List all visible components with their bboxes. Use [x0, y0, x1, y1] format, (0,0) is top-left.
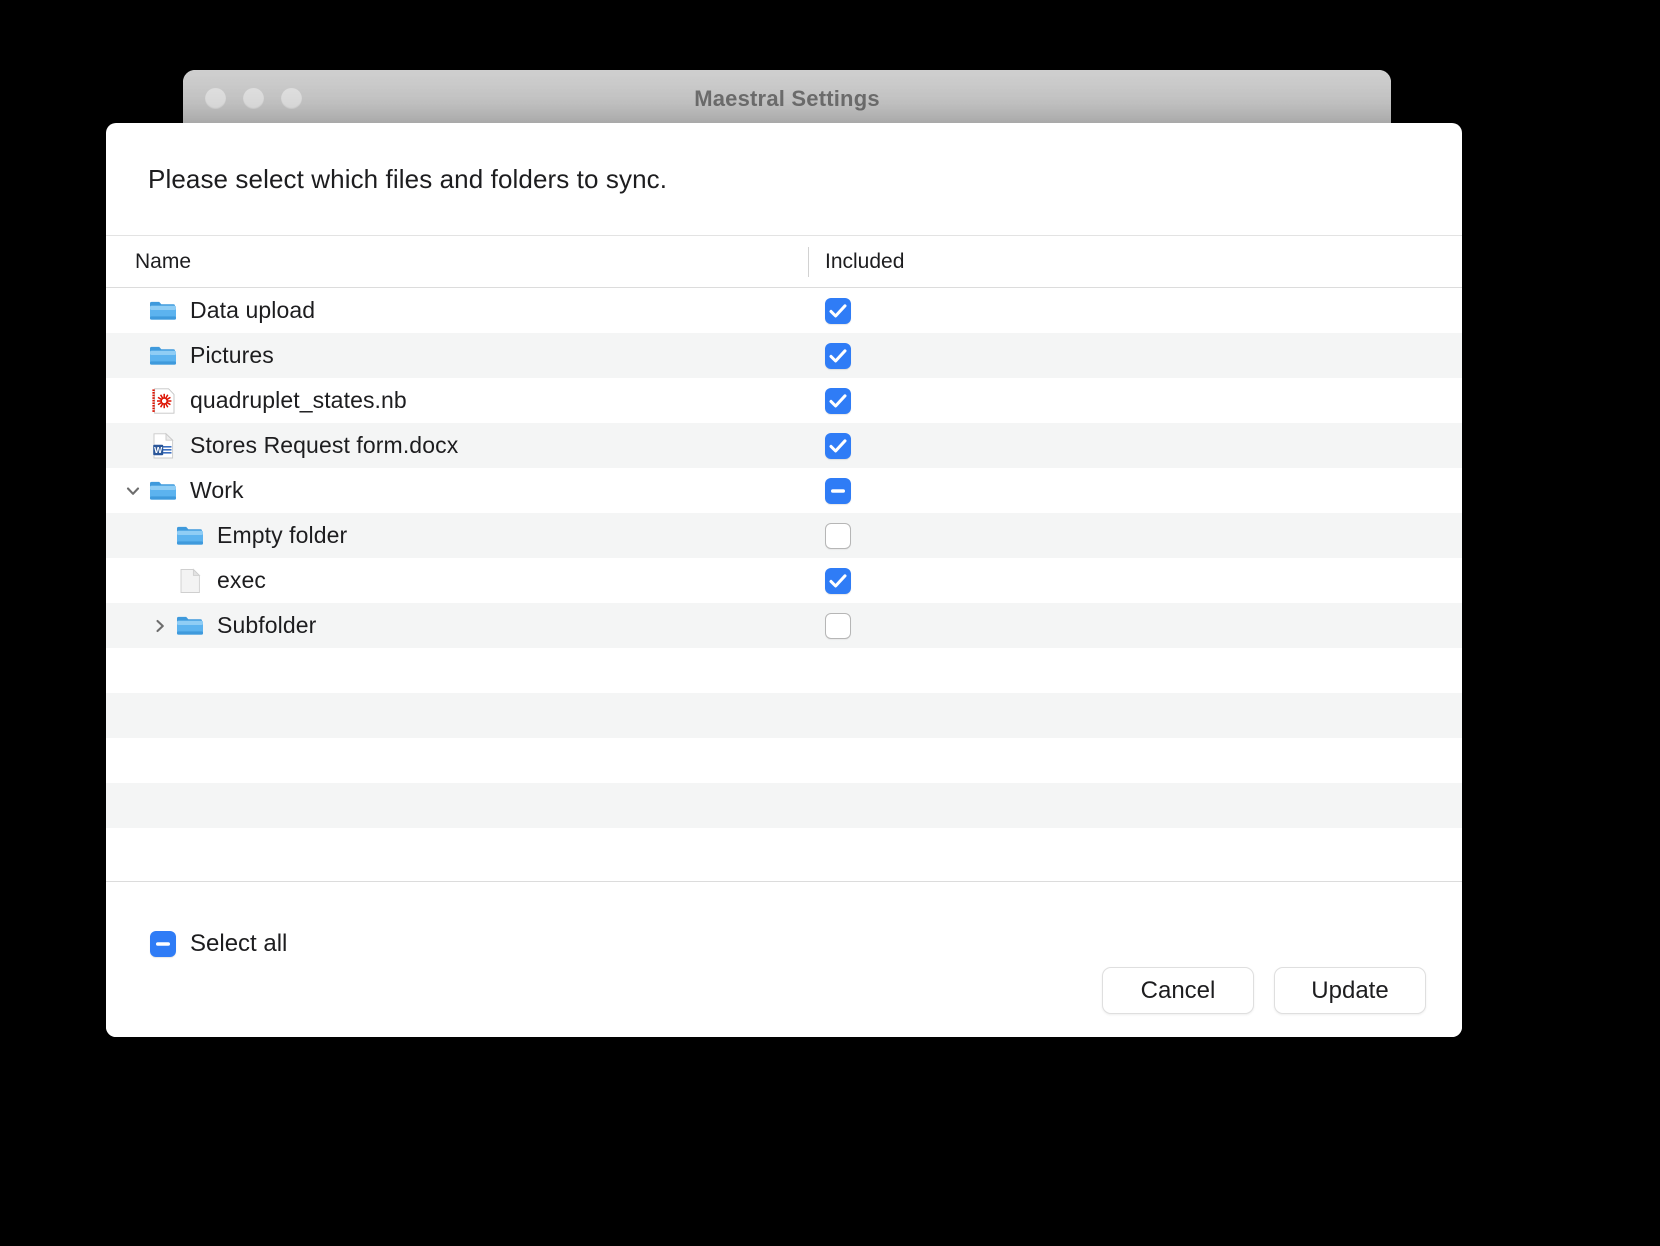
row-include-checkbox[interactable] — [825, 612, 851, 639]
row-name-cell: Pictures — [106, 341, 808, 371]
row-label: quadruplet_states.nb — [190, 387, 407, 413]
row-included-cell — [808, 477, 868, 504]
word-document-icon: W — [148, 431, 178, 461]
row-name-cell: Data upload — [106, 296, 808, 326]
row-name-cell: quadruplet_states.nb — [106, 386, 808, 416]
row-include-checkbox[interactable] — [825, 432, 851, 459]
dialog-header: Please select which files and folders to… — [106, 123, 1462, 236]
select-all-checkbox[interactable] — [150, 931, 176, 957]
row-included-cell — [808, 432, 868, 459]
cancel-button[interactable]: Cancel — [1102, 967, 1254, 1014]
mathematica-notebook-icon — [148, 386, 178, 416]
row-name-cell: Subfolder — [106, 611, 808, 641]
select-all-label: Select all — [190, 930, 288, 957]
row-label: exec — [217, 567, 266, 593]
chevron-right-icon[interactable] — [147, 613, 173, 639]
row-name-cell: exec — [106, 566, 808, 596]
select-all-control[interactable]: Select all — [150, 930, 287, 958]
window-title: Maestral Settings — [694, 86, 880, 111]
table-empty-row — [106, 828, 1462, 873]
folder-selection-dialog: Please select which files and folders to… — [106, 123, 1462, 1037]
folder-icon — [175, 521, 205, 551]
screen: Maestral Settings Please select which fi… — [0, 0, 1660, 1246]
row-name-cell: Work — [106, 476, 808, 506]
folder-icon — [148, 341, 178, 371]
chevron-down-icon[interactable] — [120, 478, 146, 504]
table-empty-row — [106, 783, 1462, 828]
row-label: Pictures — [190, 342, 274, 368]
row-label: Subfolder — [217, 612, 317, 638]
table-empty-row — [106, 693, 1462, 738]
table-row[interactable]: quadruplet_states.nb — [106, 378, 1462, 423]
row-included-cell — [808, 522, 868, 549]
row-name-cell: Empty folder — [106, 521, 808, 551]
table-row[interactable]: Subfolder — [106, 603, 1462, 648]
row-include-checkbox[interactable] — [825, 522, 851, 549]
row-label: Empty folder — [217, 522, 348, 548]
update-button[interactable]: Update — [1274, 967, 1426, 1014]
file-tree-table: Name Included Data upload Pictures quadrup… — [106, 236, 1462, 881]
svg-text:W: W — [154, 444, 163, 454]
table-row[interactable]: Pictures — [106, 333, 1462, 378]
table-row[interactable]: W Stores Request form.docx — [106, 423, 1462, 468]
row-include-checkbox[interactable] — [825, 297, 851, 324]
table-row[interactable]: Empty folder — [106, 513, 1462, 558]
column-header-name[interactable]: Name — [106, 250, 808, 274]
folder-icon — [148, 476, 178, 506]
row-included-cell — [808, 612, 868, 639]
row-include-checkbox[interactable] — [825, 387, 851, 414]
table-empty-row — [106, 738, 1462, 783]
folder-icon — [148, 296, 178, 326]
row-included-cell — [808, 297, 868, 324]
table-empty-row — [106, 648, 1462, 693]
row-include-checkbox[interactable] — [825, 567, 851, 594]
table-header-row: Name Included — [106, 236, 1462, 288]
row-include-checkbox[interactable] — [825, 342, 851, 369]
row-name-cell: W Stores Request form.docx — [106, 431, 808, 461]
folder-icon — [175, 611, 205, 641]
row-included-cell — [808, 567, 868, 594]
row-include-checkbox[interactable] — [825, 477, 851, 504]
table-row[interactable]: Data upload — [106, 288, 1462, 333]
table-row[interactable]: exec — [106, 558, 1462, 603]
dialog-prompt: Please select which files and folders to… — [148, 163, 668, 194]
table-row[interactable]: Work — [106, 468, 1462, 513]
row-included-cell — [808, 342, 868, 369]
row-label: Work — [190, 477, 244, 503]
row-label: Data upload — [190, 297, 316, 323]
column-header-included[interactable]: Included — [808, 246, 904, 277]
window-titlebar: Maestral Settings — [183, 70, 1391, 126]
dialog-footer: Select all Cancel Update — [106, 881, 1462, 1037]
row-included-cell — [808, 387, 868, 414]
generic-file-icon — [175, 566, 205, 596]
footer-button-group: Cancel Update — [1102, 967, 1426, 1014]
table-body: Data upload Pictures quadruplet_states.nb W… — [106, 288, 1462, 881]
row-label: Stores Request form.docx — [190, 432, 459, 458]
